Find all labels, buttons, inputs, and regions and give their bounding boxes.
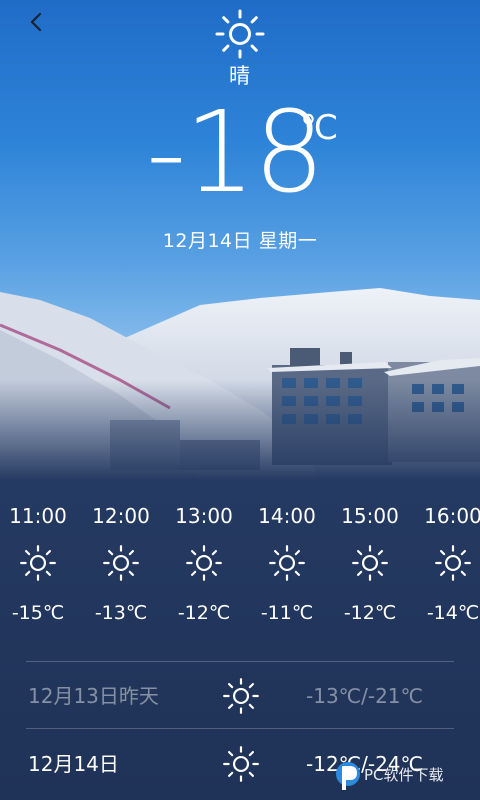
hour-temp: -12℃ [343,602,397,624]
hour-time: 16:00 [424,504,480,528]
hour-temp: -12℃ [177,602,231,624]
back-button[interactable] [22,8,50,36]
sun-icon [352,545,388,581]
hero-background: 晴 -18 ℃ 12月14日 星期一 [0,0,480,480]
temperature-unit: ℃ [300,108,339,148]
sun-icon [435,545,471,581]
hourly-item: 13:00 -12℃ [164,496,244,628]
divider [26,728,454,729]
sun-icon [223,746,259,782]
divider [26,661,454,662]
sun-icon [186,545,222,581]
sun-icon [215,9,265,59]
sun-icon [269,545,305,581]
hour-time: 11:00 [9,504,67,528]
hour-temp: -15℃ [11,602,65,624]
hourly-item: 14:00 -11℃ [247,496,327,628]
hourly-item: 15:00 -12℃ [330,496,410,628]
day-date: 12月13日昨天 [28,684,159,708]
hour-temp: -14℃ [426,602,480,624]
sun-icon [103,545,139,581]
current-temperature: -18 [146,88,325,218]
condition-text: 晴 [229,64,251,88]
hour-temp: -13℃ [94,602,148,624]
watermark: PC软件下载 [330,756,480,800]
hourly-item: 16:00 -14℃ [413,496,480,628]
hourly-item: 12:00 -13℃ [81,496,161,628]
day-temp-range: -13℃/-21℃ [306,684,423,708]
hour-time: 12:00 [92,504,150,528]
hour-time: 15:00 [341,504,399,528]
current-date: 12月14日 星期一 [162,230,318,252]
watermark-text: PC软件下载 [364,766,444,784]
sun-icon [223,678,259,714]
sun-icon [20,545,56,581]
watermark-logo-icon [336,762,360,790]
hour-time: 13:00 [175,504,233,528]
hourly-item: 11:00 -15℃ [0,496,78,628]
hour-time: 14:00 [258,504,316,528]
hourly-forecast-list[interactable]: 11:00 -15℃ 12:00 -13℃ 13:00 -12℃ 14:00 -… [0,496,480,646]
daily-row-yesterday[interactable]: 12月13日昨天 -13℃/-21℃ [0,664,480,728]
chevron-left-icon [30,12,42,32]
day-date: 12月14日 [28,752,119,776]
hour-temp: -11℃ [260,602,314,624]
